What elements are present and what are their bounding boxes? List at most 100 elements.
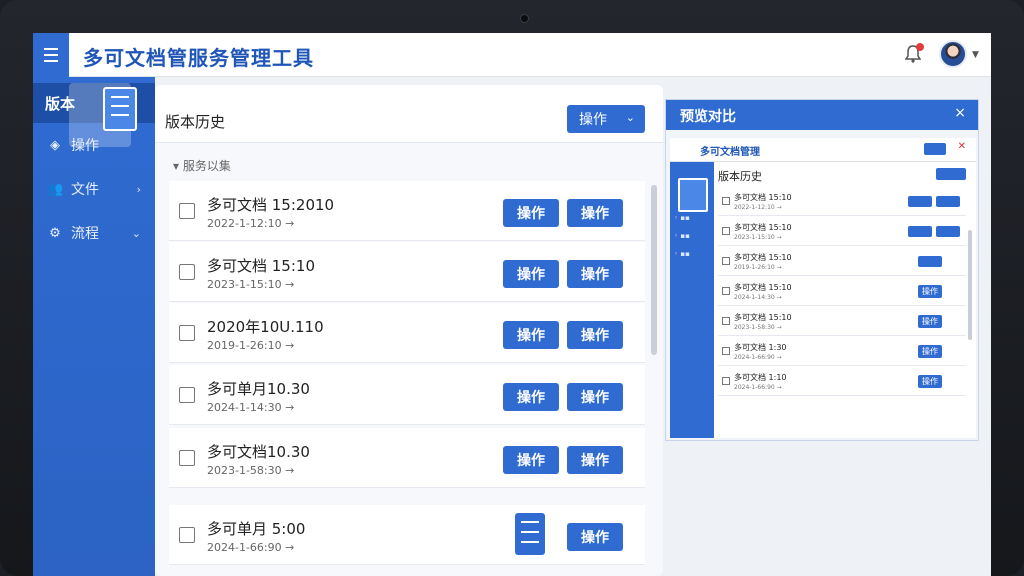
chevron-down-icon[interactable]: ▼ — [972, 50, 979, 60]
row-checkbox — [722, 317, 730, 325]
row-name: 多可文档 15:10 — [207, 257, 315, 275]
preview-button — [918, 256, 942, 267]
close-icon[interactable]: × — [954, 105, 966, 121]
row-checkbox[interactable] — [179, 450, 195, 466]
row-date: 2023-1-58:30 → — [207, 464, 295, 477]
preview-sidebar-item: ◦ ▪▪ — [674, 250, 690, 258]
preview-row-name: 多可文档 1:10 — [734, 373, 787, 382]
row-checkbox[interactable] — [179, 264, 195, 280]
table-row[interactable]: 多可单月10.30 2024-1-14:30 → 操作 操作 — [169, 365, 645, 425]
version-panel: 版本历史 操作 ⌄ ▾ 服务以集 多可文档 15:2010 2022-1-12:… — [155, 85, 663, 576]
preview-row-name: 多可文档 15:10 — [734, 253, 792, 262]
preview-row-date: 2023-1-58:30 → — [734, 324, 782, 331]
row-date: 2019-1-26:10 → — [207, 339, 295, 352]
row-checkbox — [722, 377, 730, 385]
action-dropdown[interactable]: 操作 ⌄ — [567, 105, 645, 133]
row-action-button[interactable]: 操作 — [503, 321, 559, 349]
preview-compare-panel: 预览对比 × 多可文档管理 ✕ ◦ ▪▪ ◦ ▪▪ ◦ ▪▪ 版本历史 多可文档… — [665, 99, 979, 441]
preview-row-name: 多可文档 15:10 — [734, 193, 792, 202]
preview-row-date: 2024-1-14:30 → — [734, 294, 782, 301]
hamburger-icon — [44, 46, 58, 64]
row-action-button[interactable]: 操作 — [567, 260, 623, 288]
document-icon — [678, 178, 708, 212]
row-checkbox — [722, 257, 730, 265]
row-action-button[interactable]: 操作 — [567, 383, 623, 411]
row-action-button[interactable]: 操作 — [503, 199, 559, 227]
preview-row-date: 2024-1-66:90 → — [734, 384, 782, 391]
row-checkbox[interactable] — [179, 325, 195, 341]
row-checkbox — [722, 197, 730, 205]
scrollbar[interactable] — [968, 230, 972, 340]
preview-heading: 版本历史 — [718, 170, 762, 183]
preview-sidebar-item: ◦ ▪▪ — [674, 232, 690, 240]
preview-title: 预览对比 — [680, 109, 736, 125]
close-icon: ✕ — [957, 141, 966, 152]
sidebar-item-label: 文件 — [71, 182, 99, 198]
app-title: 多可文档管服务管理工具 — [83, 46, 314, 70]
sidebar: 版本 ◈ 操作 👥 文件 › ⚙ 流程 ⌄ — [33, 77, 155, 576]
preview-button: 操作 — [918, 315, 942, 328]
row-action-button[interactable]: 操作 — [567, 321, 623, 349]
row-action-button[interactable]: 操作 — [503, 383, 559, 411]
list-item: 多可文档 15:10 2024-1-14:30 → 操作 — [718, 278, 966, 306]
row-checkbox[interactable] — [179, 387, 195, 403]
row-name: 多可文档 15:2010 — [207, 196, 335, 214]
row-action-button[interactable]: 操作 — [567, 523, 623, 551]
preview-row-name: 多可文档 15:10 — [734, 313, 792, 322]
row-action-button[interactable]: 操作 — [567, 446, 623, 474]
camera-icon — [520, 14, 529, 23]
preview-dropdown — [936, 168, 966, 180]
table-row[interactable]: 2020年10U.110 2019-1-26:10 → 操作 操作 — [169, 303, 645, 363]
users-icon: 👥 — [47, 181, 64, 197]
document-icon — [515, 513, 545, 555]
preview-row-date: 2022-1-12:10 → — [734, 204, 782, 211]
table-row[interactable]: 多可文档 15:10 2023-1-15:10 → 操作 操作 — [169, 242, 645, 302]
sidebar-item-flow[interactable]: ⚙ 流程 ⌄ — [33, 213, 155, 253]
preview-row-name: 多可文档 15:10 — [734, 283, 792, 292]
preview-button — [908, 226, 932, 237]
scrollbar[interactable] — [651, 185, 657, 355]
row-date: 2023-1-15:10 → — [207, 278, 295, 291]
preview-button — [908, 196, 932, 207]
panel-header: 版本历史 操作 ⌄ — [155, 85, 663, 143]
filter-label[interactable]: ▾ 服务以集 — [173, 157, 231, 174]
list-item: 多可文档 1:30 2024-1-66:90 → 操作 — [718, 338, 966, 366]
chevron-down-icon: ⌄ — [131, 226, 141, 240]
table-row[interactable]: 多可单月 5:00 2024-1-66:90 → 操作 — [169, 505, 645, 565]
sidebar-item-files[interactable]: 👥 文件 › — [33, 169, 155, 209]
document-icon — [103, 87, 137, 131]
preview-button: 操作 — [918, 285, 942, 298]
notification-badge — [916, 43, 924, 51]
list-item: 多可文档 15:10 2022-1-12:10 → — [718, 188, 966, 216]
menu-button[interactable] — [33, 33, 69, 77]
preview-topbar: 多可文档管理 ✕ — [670, 138, 976, 162]
list-item: 多可文档 15:10 2019-1-26:10 → — [718, 248, 966, 276]
row-action-button[interactable]: 操作 — [503, 260, 559, 288]
table-row[interactable]: 多可文档 15:2010 2022-1-12:10 → 操作 操作 — [169, 181, 645, 241]
table-row[interactable]: 多可文档10.30 2023-1-58:30 → 操作 操作 — [169, 428, 645, 488]
row-action-button[interactable]: 操作 — [503, 446, 559, 474]
preview-header: 预览对比 × — [666, 100, 978, 130]
preview-row-date: 2023-1-15:10 → — [734, 234, 782, 241]
preview-row-date: 2019-1-26:10 → — [734, 264, 782, 271]
row-name: 多可单月10.30 — [207, 380, 310, 398]
preview-row-name: 多可文档 15:10 — [734, 223, 792, 232]
dropdown-label: 操作 — [579, 112, 607, 128]
page-title: 版本历史 — [165, 113, 226, 131]
chevron-right-icon: › — [136, 182, 141, 196]
preview-row-date: 2024-1-66:90 → — [734, 354, 782, 361]
row-date: 2024-1-14:30 → — [207, 401, 295, 414]
app-screen: 多可文档管服务管理工具 ▼ 版本 ◈ 操作 👥 文件 › ⚙ 流程 ⌄ 版本历史… — [33, 33, 991, 576]
preview-top-button — [924, 143, 946, 155]
row-action-button[interactable]: 操作 — [567, 199, 623, 227]
avatar[interactable] — [939, 40, 967, 68]
row-checkbox[interactable] — [179, 203, 195, 219]
preview-main: 版本历史 多可文档 15:10 2022-1-12:10 → 多可文档 15:1… — [714, 162, 976, 438]
preview-button — [936, 226, 960, 237]
list-item: 多可文档 15:10 2023-1-58:30 → 操作 — [718, 308, 966, 336]
preview-app-title: 多可文档管理 — [700, 147, 760, 158]
row-date: 2024-1-66:90 → — [207, 541, 295, 554]
preview-row-name: 多可文档 1:30 — [734, 343, 787, 352]
row-checkbox[interactable] — [179, 527, 195, 543]
row-checkbox — [722, 287, 730, 295]
